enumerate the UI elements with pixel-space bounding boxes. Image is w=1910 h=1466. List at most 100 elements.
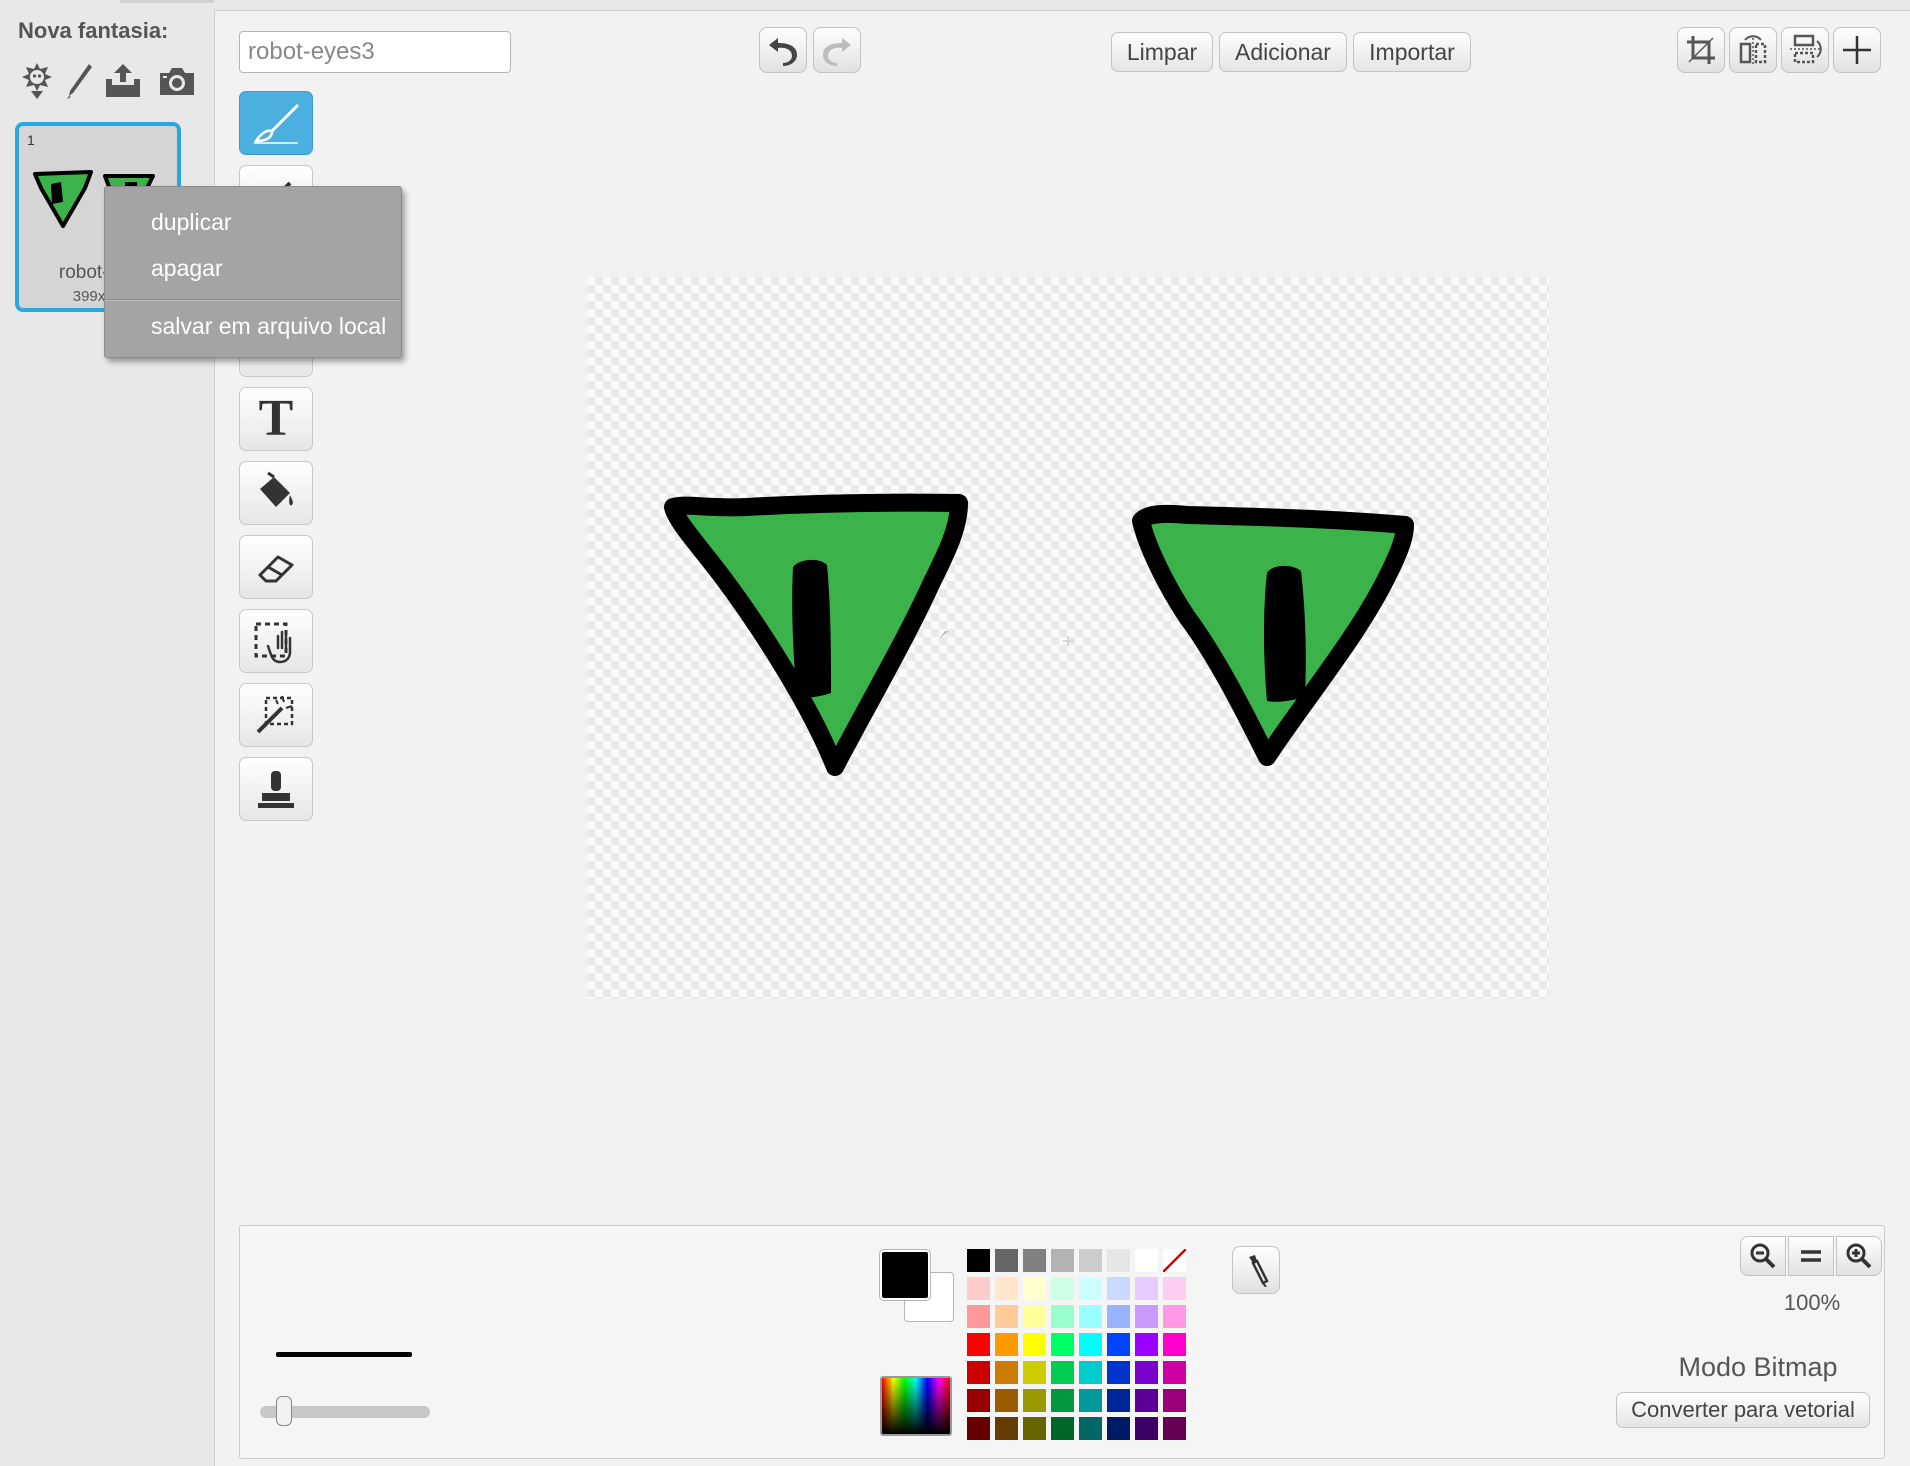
costume-name-input[interactable] xyxy=(239,31,511,73)
color-swatch[interactable] xyxy=(966,1304,991,1329)
undo-button[interactable] xyxy=(759,27,807,73)
add-button[interactable]: Adicionar xyxy=(1219,32,1347,72)
drawing-canvas[interactable] xyxy=(587,277,1549,999)
color-swatch[interactable] xyxy=(1022,1360,1047,1385)
color-swatch[interactable] xyxy=(994,1360,1019,1385)
upload-costume-button[interactable] xyxy=(102,58,144,104)
set-costume-center-button[interactable] xyxy=(1833,27,1881,73)
redo-button[interactable] xyxy=(813,27,861,73)
color-swatch[interactable] xyxy=(1162,1388,1187,1413)
color-swatch[interactable] xyxy=(1134,1388,1159,1413)
color-swatch[interactable] xyxy=(966,1416,991,1441)
brush-tool[interactable] xyxy=(239,91,313,155)
color-swatch[interactable] xyxy=(1022,1304,1047,1329)
menu-divider xyxy=(105,299,401,301)
flip-vertical-button[interactable] xyxy=(1781,27,1829,73)
color-swatch[interactable] xyxy=(1162,1416,1187,1441)
color-swatch[interactable] xyxy=(1162,1304,1187,1329)
color-swatch[interactable] xyxy=(1134,1276,1159,1301)
color-swatch[interactable] xyxy=(1162,1276,1187,1301)
color-swatch[interactable] xyxy=(1050,1332,1075,1357)
color-swatch[interactable] xyxy=(1134,1248,1159,1273)
color-swatch[interactable] xyxy=(994,1388,1019,1413)
crop-button[interactable] xyxy=(1677,27,1725,73)
color-spectrum-picker[interactable] xyxy=(880,1376,952,1436)
zoom-level-label: 100% xyxy=(1783,1290,1841,1315)
color-swatch[interactable] xyxy=(1134,1304,1159,1329)
clear-button[interactable]: Limpar xyxy=(1111,32,1213,72)
flip-horizontal-icon xyxy=(1739,35,1767,64)
fill-tool[interactable] xyxy=(239,461,313,525)
color-swatch[interactable] xyxy=(1022,1388,1047,1413)
menu-item-save-to-local-file[interactable]: salvar em arquivo local xyxy=(105,303,401,349)
select-tool[interactable] xyxy=(239,609,313,673)
color-swatch[interactable] xyxy=(994,1332,1019,1357)
color-swatch[interactable] xyxy=(1050,1388,1075,1413)
brush-size-preview xyxy=(276,1352,412,1357)
menu-item-duplicate[interactable]: duplicar xyxy=(105,199,401,245)
color-swatch[interactable] xyxy=(966,1360,991,1385)
color-swatch[interactable] xyxy=(1078,1416,1103,1441)
paint-new-costume-button[interactable] xyxy=(58,58,100,104)
color-swatch[interactable] xyxy=(1106,1360,1131,1385)
brush-size-slider-handle[interactable] xyxy=(276,1396,292,1426)
color-swatch[interactable] xyxy=(1106,1248,1131,1273)
color-swatch[interactable] xyxy=(966,1332,991,1357)
zoom-out-button[interactable] xyxy=(1740,1236,1786,1276)
new-costume-from-camera-button[interactable] xyxy=(156,58,198,104)
color-swatch[interactable] xyxy=(1050,1416,1075,1441)
eyedropper-button[interactable] xyxy=(1232,1246,1280,1294)
color-swatch[interactable] xyxy=(1106,1332,1131,1357)
color-swatch[interactable] xyxy=(1050,1276,1075,1301)
zoom-controls xyxy=(1740,1236,1884,1276)
paint-bucket-icon xyxy=(260,471,293,507)
color-swatch[interactable] xyxy=(966,1248,991,1273)
color-swatch[interactable] xyxy=(994,1304,1019,1329)
color-swatch[interactable] xyxy=(994,1248,1019,1273)
color-swatch[interactable] xyxy=(994,1276,1019,1301)
choose-costume-from-library-icon xyxy=(22,63,52,99)
color-swatch[interactable] xyxy=(1050,1304,1075,1329)
color-swatch[interactable] xyxy=(1106,1388,1131,1413)
color-swatch[interactable] xyxy=(966,1276,991,1301)
import-button[interactable]: Importar xyxy=(1353,32,1471,72)
color-swatch[interactable] xyxy=(1162,1332,1187,1357)
menu-item-delete[interactable]: apagar xyxy=(105,245,401,291)
color-swatch[interactable] xyxy=(1078,1276,1103,1301)
stamp-tool[interactable] xyxy=(239,757,313,821)
color-swatch[interactable] xyxy=(1078,1248,1103,1273)
eyedropper-icon xyxy=(1249,1255,1269,1287)
text-tool[interactable]: T xyxy=(239,387,313,451)
undo-icon xyxy=(769,38,797,66)
color-swatch[interactable] xyxy=(1162,1360,1187,1385)
color-swatch[interactable] xyxy=(1134,1332,1159,1357)
eraser-tool[interactable] xyxy=(239,535,313,599)
color-swatch[interactable] xyxy=(1078,1304,1103,1329)
color-swatch[interactable] xyxy=(1022,1248,1047,1273)
zoom-reset-button[interactable] xyxy=(1788,1236,1834,1276)
color-swatch[interactable] xyxy=(1022,1276,1047,1301)
paint-options-panel: 100% Modo Bitmap Converter para vetorial xyxy=(239,1225,1885,1459)
color-swatch[interactable] xyxy=(1022,1332,1047,1357)
color-swatch[interactable] xyxy=(1106,1416,1131,1441)
color-swatch[interactable] xyxy=(1078,1332,1103,1357)
color-swatch[interactable] xyxy=(1078,1360,1103,1385)
color-swatch[interactable] xyxy=(1050,1248,1075,1273)
transparent-color-swatch[interactable] xyxy=(1162,1248,1187,1273)
color-swatch[interactable] xyxy=(1106,1304,1131,1329)
color-swatch[interactable] xyxy=(1134,1416,1159,1441)
choose-costume-from-library-button[interactable] xyxy=(16,58,58,104)
color-swatch[interactable] xyxy=(1050,1360,1075,1385)
zoom-in-button[interactable] xyxy=(1836,1236,1882,1276)
convert-to-vector-button[interactable]: Converter para vetorial xyxy=(1616,1392,1870,1428)
select-and-erase-tool[interactable] xyxy=(239,683,313,747)
color-swatch[interactable] xyxy=(994,1416,1019,1441)
color-swatch[interactable] xyxy=(1106,1276,1131,1301)
color-swatch[interactable] xyxy=(1078,1388,1103,1413)
primary-color-swatch[interactable] xyxy=(880,1250,930,1300)
flip-horizontal-button[interactable] xyxy=(1729,27,1777,73)
color-swatch[interactable] xyxy=(1134,1360,1159,1385)
costume-number: 1 xyxy=(27,132,35,148)
color-swatch[interactable] xyxy=(1022,1416,1047,1441)
color-swatch[interactable] xyxy=(966,1388,991,1413)
